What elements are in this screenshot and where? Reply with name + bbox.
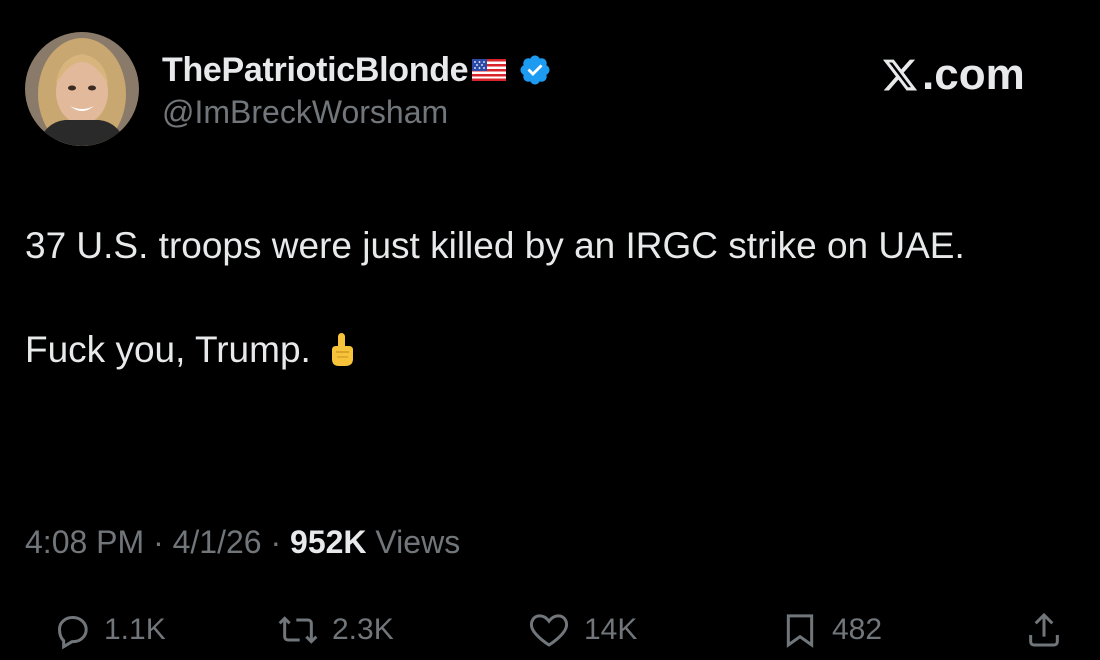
avatar-photo — [25, 32, 139, 146]
repost-button[interactable]: 2.3K — [276, 610, 394, 650]
like-button[interactable]: 14K — [526, 610, 637, 650]
tweet-text: 37 U.S. troops were just killed by an IR… — [25, 220, 1065, 376]
avatar[interactable] — [25, 32, 139, 146]
watermark-text: .com — [922, 50, 1025, 99]
author-handle[interactable]: @ImBreckWorsham — [162, 94, 448, 131]
x-logo-icon — [880, 56, 920, 94]
us-flag-icon — [472, 59, 507, 81]
author-name-row: ThePatrioticBlonde — [162, 48, 552, 92]
bookmark-count: 482 — [832, 613, 883, 646]
repost-count: 2.3K — [332, 613, 394, 646]
display-name[interactable]: ThePatrioticBlonde — [162, 51, 469, 90]
tweet-date[interactable]: 4/1/26 — [173, 524, 262, 560]
share-button[interactable] — [1024, 610, 1064, 650]
like-count: 14K — [584, 613, 638, 646]
tweet-line-2: Fuck you, Trump. — [25, 324, 1065, 376]
reply-button[interactable]: 1.1K — [52, 610, 166, 650]
reply-icon — [52, 610, 92, 650]
views-label: Views — [366, 524, 461, 560]
bookmark-button[interactable]: 482 — [780, 610, 882, 650]
meta-separator: · — [144, 524, 173, 560]
bookmark-icon — [780, 610, 820, 650]
middle-finger-emoji-icon — [327, 330, 357, 366]
action-bar: 1.1K 2.3K 14K 482 — [0, 610, 1100, 660]
tweet-line-1: 37 U.S. troops were just killed by an IR… — [25, 225, 965, 266]
tweet-line-2-text: Fuck you, Trump. — [25, 329, 311, 370]
x-com-watermark: .com — [880, 50, 1025, 100]
reply-count: 1.1K — [104, 613, 166, 646]
tweet-meta: 4:08 PM · 4/1/26 · 952K Views — [25, 524, 460, 561]
repost-icon — [276, 610, 320, 650]
tweet-time[interactable]: 4:08 PM — [25, 524, 144, 560]
verified-badge-icon[interactable] — [518, 53, 552, 87]
views-count: 952K — [290, 524, 367, 560]
share-icon — [1024, 610, 1064, 650]
heart-icon — [526, 610, 572, 650]
meta-separator-2: · — [261, 524, 291, 560]
